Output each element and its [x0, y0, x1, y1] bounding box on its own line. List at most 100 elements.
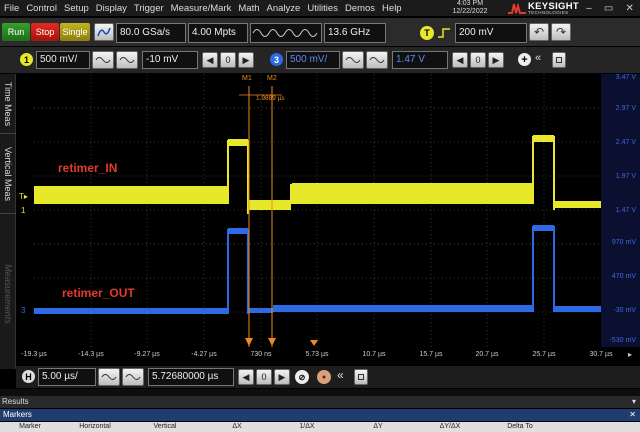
channel1-badge[interactable]: 1 — [20, 53, 33, 66]
single-button[interactable]: Single — [60, 23, 90, 41]
channel3-offset-zero[interactable]: 0 — [470, 52, 486, 68]
maximize-icon[interactable]: ▭ — [604, 3, 613, 14]
trigger-level-marker[interactable]: T▸ — [19, 192, 28, 201]
channel1-offset-down[interactable]: ◀ — [202, 52, 218, 68]
menu-item-help[interactable]: Help — [378, 3, 405, 14]
channel3-offset-down[interactable]: ◀ — [452, 52, 468, 68]
channel3-ground-marker[interactable]: 3 — [21, 306, 25, 315]
menu-item-analyze[interactable]: Analyze — [263, 3, 304, 14]
scroll-right-icon[interactable]: ▸ — [628, 350, 632, 359]
horizontal-badge[interactable]: H — [22, 370, 35, 383]
channel3-label: retimer_OUT — [62, 286, 135, 300]
x-tick-label: 30.7 µs — [589, 351, 613, 358]
column-header[interactable]: ΔX — [232, 423, 241, 430]
autoscale-icon — [97, 27, 111, 37]
channel1-offset-field[interactable]: -10 mV — [142, 51, 198, 69]
waveform-display[interactable]: M1 M2 1.9889 µs retimer_IN retimer_OUT — [34, 74, 601, 347]
horizontal-position-zero[interactable]: 0 — [256, 369, 272, 385]
marker-m1-label[interactable]: M1 — [242, 75, 252, 82]
horizontal-fine-knob[interactable] — [122, 368, 144, 386]
horizontal-position-field[interactable]: 5.72680000 µs — [148, 368, 234, 386]
collapse-left-icon[interactable]: « — [337, 368, 344, 382]
sine-wave-icon — [252, 29, 318, 37]
x-tick-label: 20.7 µs — [475, 351, 499, 358]
horizontal-settings-button[interactable] — [354, 369, 368, 385]
chevron-right-icon: ▶ — [242, 54, 250, 65]
menu-item-measure-mark[interactable]: Measure/Mark — [167, 3, 235, 14]
results-collapse-icon[interactable]: ▾ — [632, 396, 636, 408]
zoom-button[interactable]: ⊘ — [295, 370, 309, 384]
bandwidth-field[interactable]: 13.6 GHz — [324, 23, 386, 43]
stop-button[interactable]: Stop — [31, 23, 59, 41]
column-header[interactable]: Delta To — [507, 423, 533, 430]
column-header[interactable]: 1/ΔX — [299, 423, 314, 430]
autoscale-button[interactable] — [94, 23, 114, 41]
channel3-scale-knob[interactable] — [342, 51, 364, 69]
trigger-level-field[interactable]: 200 mV — [455, 23, 527, 43]
x-tick-label: 15.7 µs — [419, 351, 443, 358]
channel3-fine-knob[interactable] — [366, 51, 388, 69]
channel3-badge[interactable]: 3 — [270, 53, 283, 66]
add-channel-button[interactable]: + — [518, 53, 531, 66]
markers-close-icon[interactable]: ✕ — [629, 409, 636, 421]
close-icon[interactable]: ✕ — [625, 3, 633, 14]
menu-item-math[interactable]: Math — [234, 3, 262, 14]
memory-depth-field[interactable]: 4.00 Mpts — [188, 23, 248, 43]
column-header[interactable]: Vertical — [154, 423, 177, 430]
channel1-scale-field[interactable]: 500 mV/ — [36, 51, 90, 69]
channel1-ground-marker[interactable]: 1 — [21, 206, 25, 215]
channel1-offset-up[interactable]: ▶ — [238, 52, 254, 68]
redo-button[interactable]: ↷ — [551, 23, 571, 41]
tab-time-meas[interactable]: Time Meas — [0, 74, 16, 134]
y-tick-label: -530 mV — [609, 337, 636, 344]
trigger-badge[interactable]: T — [420, 26, 434, 40]
horizontal-position-left[interactable]: ◀ — [238, 369, 254, 385]
column-header[interactable]: ΔY — [373, 423, 382, 430]
waveform-graticule — [34, 74, 601, 347]
marker-m2-label[interactable]: M2 — [267, 75, 277, 82]
zero-icon: 0 — [261, 372, 267, 382]
channel1-fine-knob[interactable] — [116, 51, 138, 69]
chevron-right-icon: ▶ — [492, 54, 500, 65]
column-header[interactable]: ΔY/ΔX — [440, 423, 461, 430]
channel-settings-button[interactable] — [552, 52, 566, 68]
menu-item-setup[interactable]: Setup — [60, 3, 92, 14]
panel-divider[interactable] — [0, 389, 640, 396]
column-header[interactable]: Horizontal — [79, 423, 111, 430]
run-button[interactable]: Run — [2, 23, 30, 41]
column-header[interactable]: Marker — [19, 423, 41, 430]
horizontal-scale-knob[interactable] — [98, 368, 120, 386]
menu-item-trigger[interactable]: Trigger — [130, 3, 167, 14]
tab-vertical-meas[interactable]: Vertical Meas — [0, 134, 16, 214]
markers-tab[interactable]: Markers ✕ — [0, 409, 640, 421]
channel1-offset-zero[interactable]: 0 — [220, 52, 236, 68]
color-grade-button[interactable]: ● — [317, 370, 331, 384]
y-tick-label: 2.47 V — [615, 139, 636, 146]
channel3-offset-field[interactable]: 1.47 V — [392, 51, 448, 69]
menu-item-file[interactable]: File — [0, 3, 22, 14]
tab-measurements[interactable]: Measurements — [0, 239, 16, 349]
minimize-icon[interactable]: – — [586, 3, 592, 14]
menu-item-demos[interactable]: Demos — [341, 3, 378, 14]
palette-icon: ● — [321, 373, 327, 381]
channel-toolbar: 1 500 mV/ -10 mV ◀ 0 ▶ 3 500 mV/ 1.47 V … — [0, 47, 640, 73]
square-icon — [358, 374, 364, 380]
markers-tab-label: Markers — [3, 410, 32, 419]
channel3-offset-up[interactable]: ▶ — [488, 52, 504, 68]
menu-item-display[interactable]: Display — [92, 3, 130, 14]
acquisition-mode-indicator[interactable] — [250, 23, 322, 43]
wave-knob-icon — [369, 57, 385, 63]
undo-button[interactable]: ↶ — [529, 23, 549, 41]
horizontal-scale-field[interactable]: 5.00 µs/ — [38, 368, 96, 386]
menu-item-control[interactable]: Control — [22, 3, 60, 14]
channel-markers-column: T▸ 1 3 — [16, 74, 34, 347]
channel1-scale-knob[interactable] — [92, 51, 114, 69]
channel3-scale-field[interactable]: 500 mV/ — [286, 51, 340, 69]
x-tick-label: -9.27 µs — [134, 351, 160, 358]
collapse-left-icon[interactable]: « — [535, 52, 541, 64]
zero-icon: 0 — [475, 55, 481, 65]
brand-logo: KEYSIGHT TECHNOLOGIES — [506, 1, 579, 16]
sample-rate-field[interactable]: 80.0 GSa/s — [116, 23, 186, 43]
horizontal-position-right[interactable]: ▶ — [274, 369, 290, 385]
menu-item-utilities[interactable]: Utilities — [303, 3, 341, 14]
